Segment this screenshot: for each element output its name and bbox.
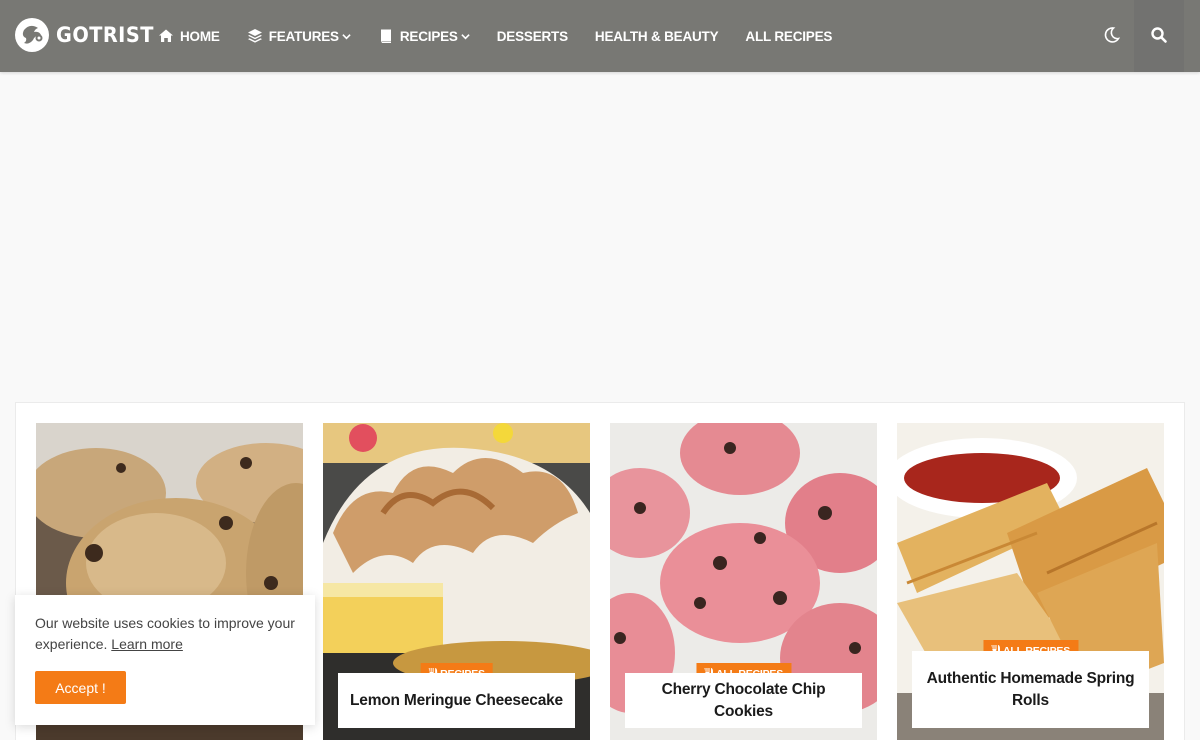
nav-health-beauty[interactable]: HEALTH & BEAUTY — [595, 29, 719, 44]
accept-cookies-button[interactable]: Accept ! — [35, 671, 126, 704]
chevron-down-icon — [461, 33, 470, 39]
nav-recipes[interactable]: RECIPES — [378, 28, 470, 44]
learn-more-link[interactable]: Learn more — [111, 636, 183, 652]
site-header: GOTRIST HOME FEATURES RECIPES DESSERTS H… — [0, 0, 1200, 72]
card-caption: Lemon Meringue Cheesecake — [338, 673, 575, 728]
logo-text: GOTRIST — [56, 23, 154, 47]
nav-desserts[interactable]: DESSERTS — [497, 29, 568, 44]
cookie-message: Our website uses cookies to improve your… — [35, 613, 295, 655]
recipe-title[interactable]: Authentic Homemade Spring Rolls — [922, 668, 1139, 712]
recipe-card[interactable]: ALL RECIPES Authentic Homemade Spring Ro… — [897, 423, 1164, 740]
card-caption: Cherry Chocolate Chip Cookies — [625, 673, 862, 728]
main-nav: HOME FEATURES RECIPES DESSERTS HEALTH & … — [158, 0, 859, 72]
nav-all-recipes[interactable]: ALL RECIPES — [745, 29, 832, 44]
nav-desserts-label: DESSERTS — [496, 28, 568, 44]
nav-recipes-label: RECIPES — [399, 28, 458, 44]
card-caption: Authentic Homemade Spring Rolls — [912, 651, 1149, 728]
nav-features-label: FEATURES — [268, 28, 339, 44]
recipe-card[interactable]: ALL RECIPES Cherry Chocolate Chip Cookie… — [610, 423, 877, 740]
nav-home-label: HOME — [180, 28, 220, 44]
cookie-notice: Our website uses cookies to improve your… — [15, 595, 315, 725]
recipe-card[interactable]: RECIPES Lemon Meringue Cheesecake — [323, 423, 590, 740]
nav-features[interactable]: FEATURES — [247, 28, 351, 44]
chevron-down-icon — [342, 33, 351, 39]
dark-mode-toggle[interactable] — [1101, 25, 1121, 45]
moon-icon — [1104, 27, 1121, 43]
search-icon — [1151, 27, 1167, 43]
nav-all-label: ALL RECIPES — [745, 28, 833, 44]
recipe-title[interactable]: Lemon Meringue Cheesecake — [350, 690, 563, 712]
nav-health-label: HEALTH & BEAUTY — [594, 28, 719, 44]
book-icon — [380, 29, 391, 43]
nav-home[interactable]: HOME — [158, 28, 220, 44]
logo-mark-icon — [15, 18, 49, 52]
search-button[interactable] — [1149, 25, 1169, 45]
recipe-title[interactable]: Cherry Chocolate Chip Cookies — [635, 679, 852, 723]
home-icon — [159, 29, 173, 42]
layers-icon — [247, 29, 262, 43]
site-logo[interactable]: GOTRIST — [14, 17, 162, 53]
